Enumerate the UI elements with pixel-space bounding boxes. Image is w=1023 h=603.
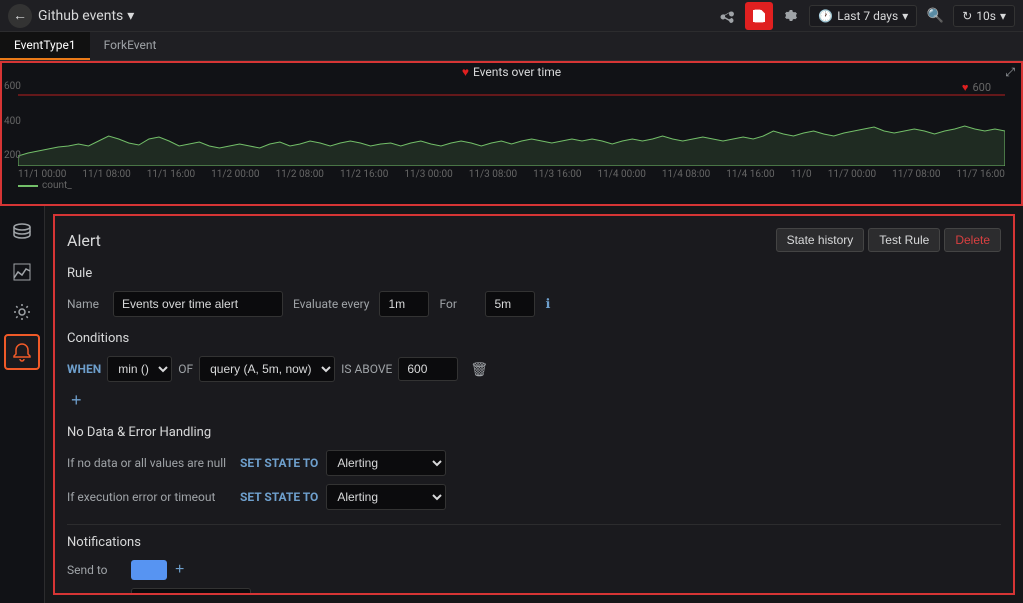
dashboard-title: Github events: [38, 8, 123, 24]
info-icon: ℹ: [545, 297, 550, 312]
chart-title: ♥ Events over time: [462, 65, 561, 79]
message-row: Message: [67, 588, 1001, 595]
add-notification-button[interactable]: +: [175, 561, 184, 579]
share-button[interactable]: [713, 2, 741, 30]
no-data-row-1: If no data or all values are null SET ST…: [67, 450, 1001, 476]
send-to-label: Send to: [67, 563, 123, 577]
chart-svg: [18, 81, 1005, 166]
for-label: For: [439, 297, 475, 311]
rule-section: Rule Name Evaluate every For ℹ: [67, 266, 1001, 317]
chart-expand-button[interactable]: ⤢: [1005, 65, 1015, 80]
threshold-input[interactable]: [398, 357, 458, 381]
for-input[interactable]: [485, 291, 535, 317]
delete-button[interactable]: Delete: [944, 228, 1001, 252]
sidebar-icon-settings[interactable]: [4, 294, 40, 330]
header-right: 🕐 Last 7 days ▾ 🔍 ↻ 10s ▾: [713, 2, 1015, 30]
time-range-button[interactable]: 🕐 Last 7 days ▾: [809, 5, 917, 27]
name-label: Name: [67, 297, 103, 311]
evaluate-label: Evaluate every: [293, 297, 369, 311]
no-data-row-2: If execution error or timeout SET STATE …: [67, 484, 1001, 510]
of-label: OF: [178, 362, 193, 376]
main-content: Alert State history Test Rule Delete Rul…: [0, 206, 1023, 603]
set-state-label-2: SET STATE TO: [240, 490, 318, 504]
error-state-select[interactable]: Alerting No Data Keep Last State OK: [326, 484, 446, 510]
set-state-label-1: SET STATE TO: [240, 456, 318, 470]
message-input[interactable]: [131, 588, 251, 595]
legend-label: count_: [42, 180, 72, 191]
tab-eventtype1[interactable]: EventType1: [0, 32, 90, 60]
condition-row: WHEN min () OF query (A, 5m, now) IS ABO…: [67, 356, 1001, 382]
rule-row: Name Evaluate every For ℹ: [67, 291, 1001, 317]
alert-panel-header: Alert State history Test Rule Delete: [67, 228, 1001, 252]
notifications-title: Notifications: [67, 524, 1001, 550]
legend-dot: ♥: [962, 81, 969, 94]
refresh-icon: ↻: [962, 9, 972, 23]
evaluate-every-input[interactable]: [379, 291, 429, 317]
condition-delete-button[interactable]: 🗑: [464, 359, 494, 380]
back-button[interactable]: ←: [8, 4, 32, 28]
no-data-text-2: If execution error or timeout: [67, 490, 232, 504]
alert-title: Alert: [67, 231, 101, 250]
state-history-button[interactable]: State history: [776, 228, 865, 252]
tab-forkevent[interactable]: ForkEvent: [90, 32, 171, 60]
chart-legend: count_: [2, 180, 1021, 191]
time-range-dropdown-icon: ▾: [902, 9, 908, 23]
add-condition-row: +: [67, 390, 1001, 411]
title-dropdown-icon: ▾: [127, 8, 134, 24]
refresh-dropdown-icon: ▾: [1000, 9, 1006, 23]
no-data-text-1: If no data or all values are null: [67, 456, 232, 470]
message-label: Message: [67, 593, 123, 595]
y-axis-labels: 600 400 200: [4, 81, 21, 161]
rule-section-label: Rule: [67, 266, 1001, 281]
refresh-label: 10s: [976, 9, 996, 23]
when-label: WHEN: [67, 362, 101, 376]
heart-icon: ♥: [462, 65, 469, 79]
chart-area: ♥ Events over time ⤢ 600 400 200 ♥ 600 1…: [0, 61, 1023, 206]
conditions-section: Conditions WHEN min () OF query (A, 5m, …: [67, 331, 1001, 411]
settings-button[interactable]: [777, 2, 805, 30]
refresh-button[interactable]: ↻ 10s ▾: [953, 5, 1015, 27]
sidebar-icon-database[interactable]: [4, 214, 40, 250]
legend-value: 600: [972, 81, 991, 94]
send-to-row: Send to +: [67, 560, 1001, 580]
is-above-label: IS ABOVE: [341, 362, 392, 376]
test-rule-button[interactable]: Test Rule: [868, 228, 940, 252]
header-title[interactable]: Github events ▾: [38, 8, 134, 24]
alert-panel: Alert State history Test Rule Delete Rul…: [53, 214, 1015, 595]
when-select[interactable]: min (): [107, 356, 172, 382]
chart-title-text: Events over time: [473, 65, 561, 79]
search-button[interactable]: 🔍: [921, 2, 949, 30]
sidebar: [0, 206, 45, 603]
sidebar-icon-bell[interactable]: [4, 334, 40, 370]
no-data-section-label: No Data & Error Handling: [67, 425, 1001, 440]
rule-name-input[interactable]: [113, 291, 283, 317]
header-left: ← Github events ▾: [8, 4, 134, 28]
time-range-label: Last 7 days: [837, 9, 898, 23]
no-data-section: No Data & Error Handling If no data or a…: [67, 425, 1001, 510]
save-button[interactable]: [745, 2, 773, 30]
header: ← Github events ▾ 🕐 Last 7 days ▾ 🔍 ↻ 10…: [0, 0, 1023, 32]
x-axis-labels: 11/1 00:00 11/1 08:00 11/1 16:00 11/2 00…: [2, 169, 1021, 180]
notification-badge: [131, 560, 167, 580]
chart-header: ♥ Events over time ⤢: [2, 63, 1021, 81]
notifications-section: Notifications Send to + Message: [67, 524, 1001, 595]
tabs-row: EventType1 ForkEvent: [0, 32, 1023, 61]
sidebar-icon-chart[interactable]: [4, 254, 40, 290]
alert-header-buttons: State history Test Rule Delete: [776, 228, 1001, 252]
no-data-state-select[interactable]: Alerting No Data Keep Last State OK: [326, 450, 446, 476]
query-select[interactable]: query (A, 5m, now): [199, 356, 335, 382]
conditions-section-label: Conditions: [67, 331, 1001, 346]
add-condition-button[interactable]: +: [67, 390, 86, 411]
legend-line: [18, 185, 38, 187]
clock-icon: 🕐: [818, 9, 833, 23]
